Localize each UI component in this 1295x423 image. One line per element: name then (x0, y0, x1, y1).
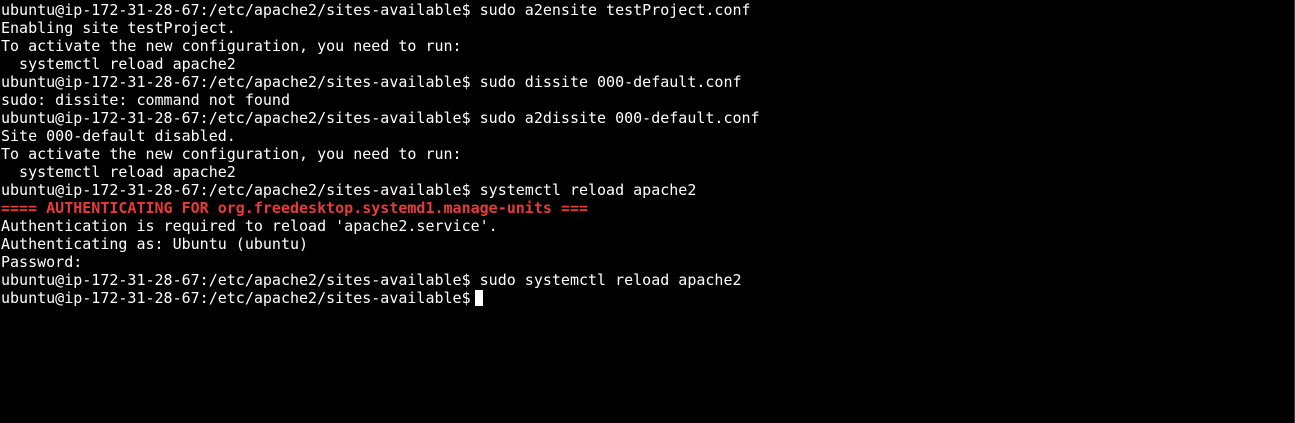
shell-prompt: ubuntu@ip-172-31-28-67:/etc/apache2/site… (1, 289, 471, 307)
terminal-line: Password: (1, 253, 83, 271)
terminal-line: ubuntu@ip-172-31-28-67:/etc/apache2/site… (1, 1, 751, 19)
terminal-window[interactable]: ubuntu@ip-172-31-28-67:/etc/apache2/site… (0, 0, 1295, 423)
terminal-line: ubuntu@ip-172-31-28-67:/etc/apache2/site… (1, 271, 742, 289)
terminal-line: systemctl reload apache2 (1, 55, 236, 73)
terminal-line: Site 000-default disabled. (1, 127, 236, 145)
terminal-line: ubuntu@ip-172-31-28-67:/etc/apache2/site… (1, 181, 697, 199)
terminal-line: ubuntu@ip-172-31-28-67:/etc/apache2/site… (1, 73, 742, 91)
terminal-line: sudo: dissite: command not found (1, 91, 290, 109)
terminal-line: To activate the new configuration, you n… (1, 37, 462, 55)
terminal-line: systemctl reload apache2 (1, 163, 236, 181)
terminal-line: Authenticating as: Ubuntu (ubuntu) (1, 235, 309, 253)
active-prompt-line[interactable]: ubuntu@ip-172-31-28-67:/etc/apache2/site… (1, 289, 1294, 307)
auth-warning-line: ==== AUTHENTICATING FOR org.freedesktop.… (1, 199, 588, 217)
terminal-line: ubuntu@ip-172-31-28-67:/etc/apache2/site… (1, 109, 760, 127)
text-cursor (474, 290, 483, 306)
terminal-line: Enabling site testProject. (1, 19, 236, 37)
terminal-line: Authentication is required to reload 'ap… (1, 217, 498, 235)
terminal-line: To activate the new configuration, you n… (1, 145, 462, 163)
